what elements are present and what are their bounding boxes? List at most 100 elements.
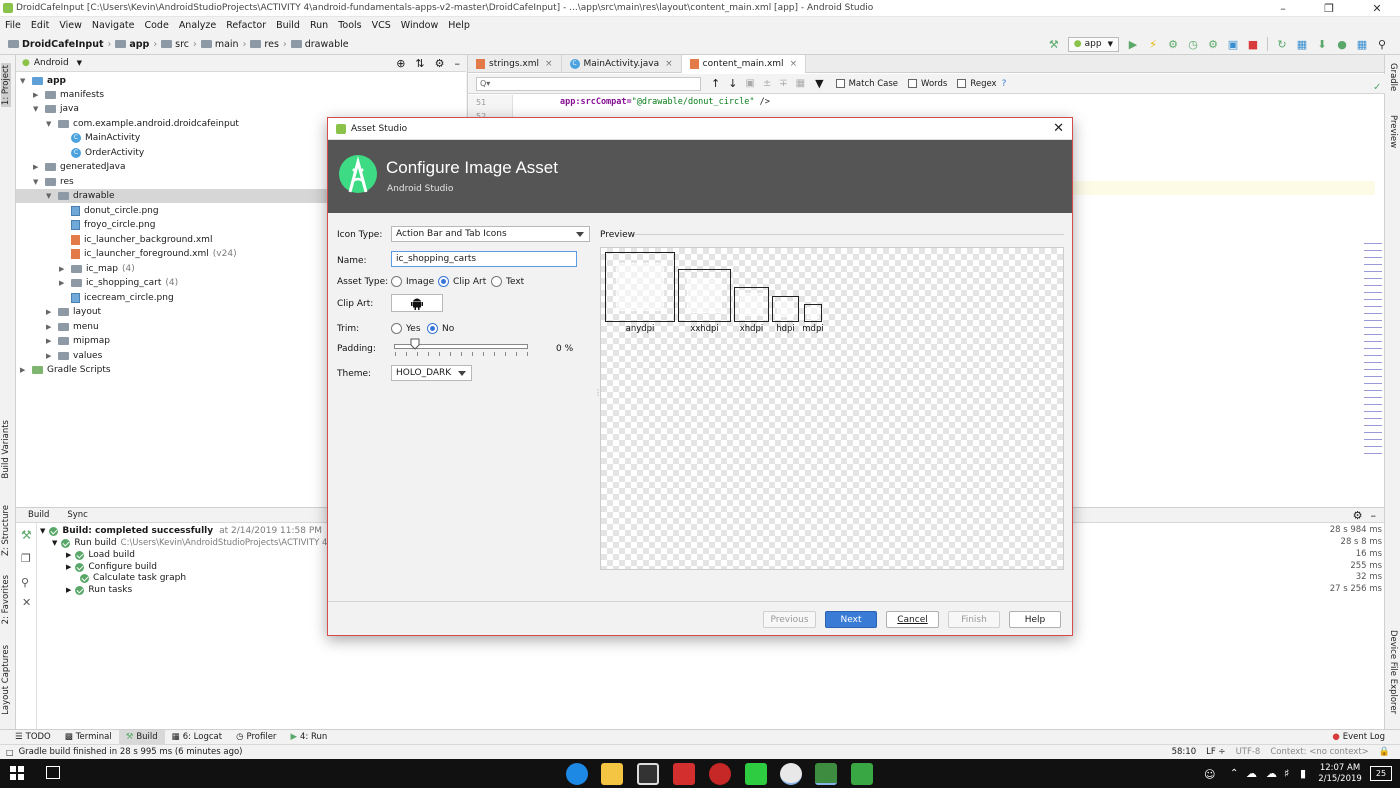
context-indicator[interactable]: Context: <no context>: [1270, 747, 1368, 757]
project-structure-icon[interactable]: ▦: [1355, 37, 1369, 51]
asset-type-image-radio[interactable]: Image: [391, 276, 434, 287]
build-root[interactable]: ▼ Build: completed successfully at 2/14/20…: [40, 525, 322, 537]
breadcrumb-drawable[interactable]: drawable: [289, 39, 351, 50]
favorites-tool-tab[interactable]: 2: Favorites: [1, 575, 11, 624]
tree-item-res[interactable]: ▼ res: [33, 175, 74, 189]
dialog-close-icon[interactable]: ✕: [1053, 121, 1064, 136]
tree-item-manifests[interactable]: ▶ manifests: [33, 88, 104, 102]
menu-run[interactable]: Run: [305, 20, 333, 31]
tree-item-ic-bg[interactable]: ic_launcher_background.xml: [71, 233, 212, 247]
tab-todo[interactable]: ☰ TODO: [8, 730, 58, 745]
battery-icon[interactable]: ▮: [1300, 767, 1306, 780]
tree-item-gradle-scripts[interactable]: ▶ Gradle Scripts: [20, 363, 111, 377]
theme-select[interactable]: HOLO_DARK: [391, 365, 472, 381]
menu-refactor[interactable]: Refactor: [221, 20, 271, 31]
device-file-explorer-tool-tab[interactable]: Device File Explorer: [1388, 630, 1398, 714]
tab-content-main-xml[interactable]: content_main.xml ×: [681, 54, 807, 73]
tree-item-donut[interactable]: donut_circle.png: [71, 204, 159, 218]
menu-edit[interactable]: Edit: [26, 20, 54, 31]
security-app-icon[interactable]: [709, 763, 731, 785]
tree-item-main-activity[interactable]: C MainActivity: [71, 131, 140, 145]
tab-build-bottom[interactable]: ⚒ Build: [118, 729, 165, 745]
words-checkbox[interactable]: Words: [908, 79, 947, 89]
copy-icon[interactable]: ❐: [21, 552, 31, 565]
edge-icon[interactable]: [566, 763, 588, 785]
menu-window[interactable]: Window: [396, 20, 443, 31]
finish-button[interactable]: Finish: [948, 611, 1000, 628]
build-step[interactable]: Calculate task graph: [80, 572, 186, 584]
tab-sync[interactable]: Sync: [67, 510, 88, 520]
system-tray-icon[interactable]: ☁: [1246, 767, 1257, 780]
maximize-button[interactable]: ❐: [1306, 0, 1352, 17]
sdk-manager-icon[interactable]: ⬇: [1315, 37, 1329, 51]
search-icon[interactable]: ⚲: [1375, 37, 1389, 51]
code-line[interactable]: app:srcCompat="@drawable/donut_circle" /…: [560, 97, 770, 107]
breadcrumb-project[interactable]: DroidCafeInput ›: [6, 39, 113, 50]
project-tool-tab[interactable]: 1: Project: [1, 63, 11, 108]
add-selection-icon[interactable]: ±: [763, 78, 771, 89]
asset-type-text-radio[interactable]: Text: [491, 276, 524, 287]
stop-icon[interactable]: ■: [1246, 37, 1260, 51]
menu-code[interactable]: Code: [139, 20, 173, 31]
chevron-up-icon[interactable]: ⌃: [1230, 768, 1238, 779]
apply-changes-icon[interactable]: ⚡: [1146, 37, 1160, 51]
collapse-all-icon[interactable]: ⇅: [415, 57, 424, 70]
attach-process-icon[interactable]: ▣: [1226, 37, 1240, 51]
trim-yes-radio[interactable]: Yes: [391, 323, 421, 334]
network-icon[interactable]: ☁: [1266, 767, 1277, 780]
tab-run[interactable]: ▶ 4: Run: [283, 730, 334, 745]
android-studio-taskbar-icon[interactable]: [815, 763, 837, 785]
tree-item-package[interactable]: ▼ com.example.android.droidcafeinput: [46, 117, 239, 131]
find-all-icon[interactable]: ▣: [745, 78, 754, 89]
tree-item-generated-java[interactable]: ▶ generatedJava: [33, 160, 126, 174]
chevron-down-icon[interactable]: ▼: [77, 59, 82, 67]
tree-item-icecream[interactable]: icecream_circle.png: [71, 291, 174, 305]
tree-item-ic-shopping-cart[interactable]: ▶ ic_shopping_cart (4): [59, 276, 178, 290]
next-button[interactable]: Next: [825, 611, 877, 628]
gear-icon[interactable]: ⚙: [435, 57, 445, 70]
close-icon[interactable]: ×: [545, 59, 553, 69]
asset-type-clip-art-radio[interactable]: Clip Art: [438, 276, 486, 287]
file-encoding[interactable]: UTF-8: [1236, 747, 1261, 757]
profile-icon[interactable]: ◷: [1186, 37, 1200, 51]
regex-checkbox[interactable]: Regex: [957, 79, 997, 89]
status-icon[interactable]: □: [6, 748, 14, 757]
target-icon[interactable]: ⊕: [396, 57, 405, 70]
close-icon[interactable]: ×: [790, 59, 798, 69]
tree-item-layout[interactable]: ▶ layout: [46, 305, 101, 319]
name-input[interactable]: ic_shopping_carts: [391, 251, 577, 267]
tree-item-ic-map[interactable]: ▶ ic_map (4): [59, 262, 135, 276]
snipping-tool-icon[interactable]: [637, 763, 659, 785]
menu-view[interactable]: View: [54, 20, 87, 31]
line-separator[interactable]: LF ÷: [1206, 747, 1225, 757]
error-stripe-markers[interactable]: [1364, 240, 1382, 460]
gradle-tool-tab[interactable]: Gradle: [1388, 63, 1398, 91]
menu-vcs[interactable]: VCS: [367, 20, 396, 31]
sync-gradle-icon[interactable]: ↻: [1275, 37, 1289, 51]
help-button[interactable]: Help: [1009, 611, 1061, 628]
build-step[interactable]: ▶ Run tasks: [66, 584, 132, 596]
tab-terminal[interactable]: ▩ Terminal: [58, 730, 119, 745]
hide-panel-icon[interactable]: –: [455, 57, 461, 70]
tree-item-app[interactable]: ▼ app: [20, 74, 66, 88]
android-device-icon[interactable]: ●: [1335, 37, 1349, 51]
breadcrumb-main[interactable]: main ›: [199, 39, 249, 50]
close-icon[interactable]: ×: [665, 59, 673, 69]
previous-button[interactable]: Previous: [763, 611, 816, 628]
structure-tool-tab[interactable]: Z: Structure: [1, 505, 11, 556]
close-icon[interactable]: ✕: [22, 596, 31, 609]
status-message[interactable]: Gradle build finished in 28 s 995 ms (6 …: [19, 747, 243, 757]
tab-main-activity[interactable]: C MainActivity.java ×: [562, 54, 682, 73]
run-icon[interactable]: ▶: [1126, 37, 1140, 51]
system-clock[interactable]: 12:07 AM 2/15/2019: [1316, 763, 1364, 785]
select-all-icon[interactable]: ▦: [796, 78, 805, 89]
tree-item-mipmap[interactable]: ▶ mipmap: [46, 334, 110, 348]
close-window-button[interactable]: ✕: [1354, 0, 1400, 17]
breadcrumb-app[interactable]: app ›: [113, 39, 159, 50]
line-app-icon[interactable]: [745, 763, 767, 785]
next-occurrence-icon[interactable]: ↓: [728, 77, 737, 90]
lock-icon[interactable]: 🔒: [1379, 747, 1390, 757]
find-input[interactable]: Q▾: [476, 76, 701, 91]
menu-build[interactable]: Build: [271, 20, 305, 31]
menu-analyze[interactable]: Analyze: [174, 20, 221, 31]
